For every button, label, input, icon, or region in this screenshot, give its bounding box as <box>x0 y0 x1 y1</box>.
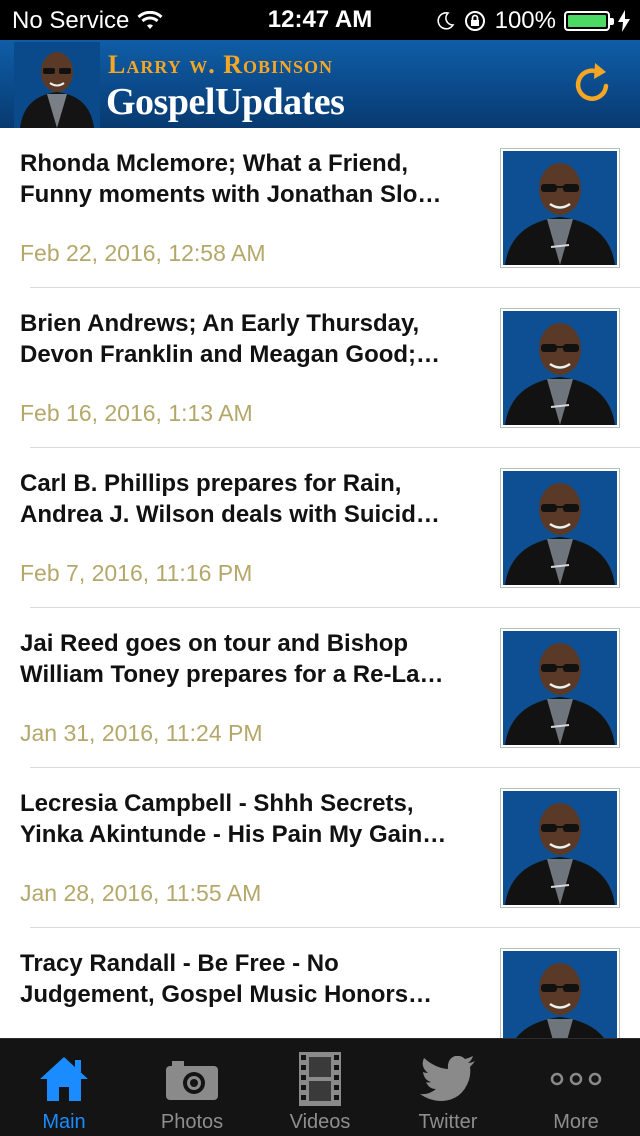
feed-item-title: Brien Andrews; An Early Thursday, Devon … <box>20 310 441 368</box>
feed-item[interactable]: Lecresia Campbell - Shhh Secrets, Yinka … <box>0 768 640 928</box>
feed-item-portrait-image <box>503 471 617 585</box>
feed-item-portrait-image <box>503 631 617 745</box>
home-icon <box>40 1057 88 1101</box>
refresh-button[interactable] <box>568 60 616 108</box>
feed-item-title: Jai Reed goes on tour and Bishop William… <box>20 630 444 688</box>
feed-item-title: Tracy Randall - Be Free - No Judgement, … <box>20 950 433 1008</box>
twitter-bird-icon <box>420 1056 475 1101</box>
more-dots-icon <box>550 1072 602 1086</box>
tab-photos[interactable]: Photos <box>128 1039 256 1136</box>
feed-item[interactable]: Brien Andrews; An Early Thursday, Devon … <box>0 288 640 448</box>
tab-label: Twitter <box>418 1111 478 1133</box>
feed-item-portrait-image <box>503 151 617 265</box>
brand-name: Larry w. Robinson <box>108 50 334 79</box>
feed-item[interactable]: Rhonda Mclemore; What a Friend, Funny mo… <box>0 128 640 288</box>
feed-item-thumbnail <box>500 948 620 1038</box>
feed-item[interactable]: Carl B. Phillips prepares for Rain, Andr… <box>0 448 640 608</box>
tab-more[interactable]: More <box>512 1039 640 1136</box>
tab-label: Videos <box>289 1111 351 1133</box>
feed-item-date: Feb 22, 2016, 12:58 AM <box>20 240 266 266</box>
film-icon <box>299 1052 341 1106</box>
feed-item-thumbnail <box>500 148 620 268</box>
feed-item-thumbnail <box>500 468 620 588</box>
feed-item-thumbnail <box>500 308 620 428</box>
feed-item-portrait-image <box>503 311 617 425</box>
feed-item[interactable]: Tracy Randall - Be Free - No Judgement, … <box>0 928 640 1038</box>
feed-item-title: Carl B. Phillips prepares for Rain, Andr… <box>20 470 440 528</box>
app-header: Larry w. Robinson GospelUpdates <box>0 40 640 128</box>
status-bar: No Service 12:47 AM 100% <box>0 0 640 40</box>
status-right: 100% <box>435 7 630 35</box>
app-title: GospelUpdates <box>106 81 345 123</box>
battery-icon <box>564 11 614 31</box>
tab-main[interactable]: Main <box>0 1039 128 1136</box>
feed-item-date: Jan 31, 2016, 11:24 PM <box>20 720 263 746</box>
feed-item-title: Lecresia Campbell - Shhh Secrets, Yinka … <box>20 790 447 848</box>
tab-label: More <box>553 1111 599 1133</box>
feed-item-thumbnail <box>500 788 620 908</box>
news-feed-list[interactable]: Rhonda Mclemore; What a Friend, Funny mo… <box>0 128 640 1038</box>
tab-twitter[interactable]: Twitter <box>384 1039 512 1136</box>
feed-item-date: Jan 28, 2016, 11:55 AM <box>20 880 262 906</box>
battery-percent: 100% <box>494 7 556 34</box>
feed-item-thumbnail <box>500 628 620 748</box>
feed-item-date: Feb 16, 2016, 1:13 AM <box>20 400 253 426</box>
tab-label: Main <box>42 1111 86 1133</box>
tab-videos[interactable]: Videos <box>256 1039 384 1136</box>
feed-item-date: Feb 7, 2016, 11:16 PM <box>20 560 253 586</box>
refresh-icon <box>575 63 609 101</box>
tab-bar: Main Photos Videos Twitter More <box>0 1038 640 1136</box>
rotation-lock-icon <box>464 11 485 31</box>
feed-item[interactable]: Jai Reed goes on tour and Bishop William… <box>0 608 640 768</box>
moon-icon <box>437 12 455 30</box>
feed-item-title: Rhonda Mclemore; What a Friend, Funny mo… <box>20 150 442 208</box>
camera-icon <box>166 1061 218 1100</box>
tab-label: Photos <box>160 1111 224 1133</box>
feed-item-portrait-image <box>503 951 617 1038</box>
charging-bolt-icon <box>618 10 630 32</box>
header-portrait-image <box>14 42 100 128</box>
feed-item-portrait-image <box>503 791 617 905</box>
